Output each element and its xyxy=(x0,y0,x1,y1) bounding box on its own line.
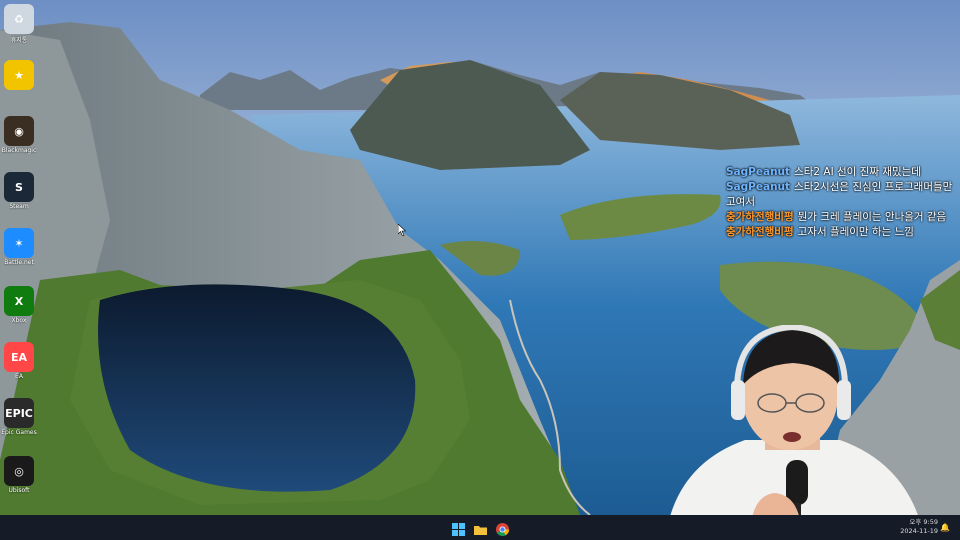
chat-text: 고자서 플레이만 하는 느낌 xyxy=(797,226,914,238)
desktop-icon-recycle-bin[interactable]: ♻ 휴지통 xyxy=(2,4,36,48)
desktop-icon-label: 휴지통 xyxy=(10,37,28,44)
desktop-icon-steam[interactable]: S Steam xyxy=(2,172,36,216)
chrome-browser-icon[interactable] xyxy=(496,521,509,536)
desktop-icon-epic-games[interactable]: EPIC Epic Games xyxy=(1,398,37,442)
chat-message: SagPeanut 스타2 AI 선이 진짜 재밌는데 xyxy=(726,165,958,180)
chat-username: 충가하전행비평 xyxy=(726,211,794,223)
file-explorer-folder-icon[interactable] xyxy=(474,521,487,535)
recycle-bin-icon: ♻ xyxy=(4,4,34,34)
desktop-icon-label: Epic Games xyxy=(1,429,37,436)
chat-text: 뭔가 크레 플레이는 안나올거 같음 xyxy=(797,211,947,223)
tray-date-text: 2024-11-19 xyxy=(900,527,938,535)
desktop-icon-label: Steam xyxy=(9,203,29,210)
mouse-cursor-icon xyxy=(398,224,406,236)
taskbar: 오후 9:59 2024-11-19 🔔 xyxy=(0,515,960,540)
chat-text: 스타2 AI 선이 진짜 재밌는데 xyxy=(794,166,921,178)
ea-icon: EA xyxy=(4,342,34,372)
desktop-icon-label: Xbox xyxy=(11,317,27,324)
desktop-icon-ubisoft[interactable]: ◎ Ubisoft xyxy=(2,456,36,500)
chat-message: SagPeanut 스타2시선은 진심인 프로그래머들만 고여서 xyxy=(726,180,958,210)
blackmagic-icon: ◉ xyxy=(4,116,34,146)
notification-bell-icon[interactable]: 🔔 xyxy=(940,523,950,532)
desktop-icon-label: EA xyxy=(15,373,23,380)
desktop-icon-label: Ubisoft xyxy=(8,487,30,494)
webcam-overlay xyxy=(665,325,925,540)
desktop-icon-favorites[interactable]: ★ xyxy=(2,60,36,104)
tray-clock[interactable]: 오후 9:59 2024-11-19 xyxy=(900,518,938,536)
tray-time-text: 오후 9:59 xyxy=(909,518,938,526)
desktop-icon-ea[interactable]: EA EA xyxy=(2,342,36,386)
epic-games-icon: EPIC xyxy=(4,398,34,428)
desktop-icon-xbox[interactable]: X Xbox xyxy=(2,286,36,330)
chat-message: 충가하전행비평 뭔가 크레 플레이는 안나올거 같음 xyxy=(726,210,958,225)
xbox-icon: X xyxy=(4,286,34,316)
start-button-windows-icon[interactable] xyxy=(452,521,465,536)
desktop-icon-blackmagic[interactable]: ◉ Blackmagic xyxy=(2,116,36,160)
stream-chat-overlay: SagPeanut 스타2 AI 선이 진짜 재밌는데 SagPeanut 스타2시… xyxy=(726,165,958,240)
desktop-icon-label: Battle.net xyxy=(4,259,34,266)
chat-username: SagPeanut xyxy=(726,181,791,193)
ubisoft-icon: ◎ xyxy=(4,456,34,486)
steam-icon: S xyxy=(4,172,34,202)
desktop-icon-label: Blackmagic xyxy=(1,147,37,154)
chat-username: SagPeanut xyxy=(726,166,791,178)
chat-message: 충가하전행비평 고자서 플레이만 하는 느낌 xyxy=(726,225,958,240)
desktop-icon-battle-net[interactable]: ✶ Battle.net xyxy=(2,228,36,272)
chat-username: 충가하전행비평 xyxy=(726,226,794,238)
favorites-icon: ★ xyxy=(4,60,34,90)
battle-net-icon: ✶ xyxy=(4,228,34,258)
